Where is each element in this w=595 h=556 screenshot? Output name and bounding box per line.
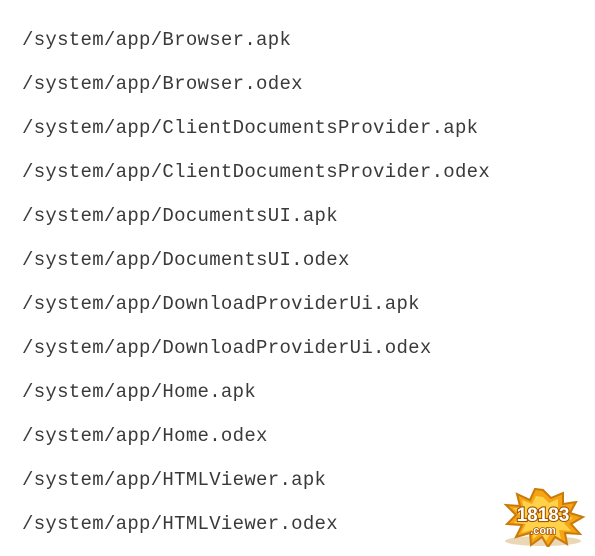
file-item: /system/app/Home.odex bbox=[22, 414, 585, 458]
file-item: /system/app/HTMLViewer.apk bbox=[22, 458, 585, 502]
file-item: /system/app/Home.apk bbox=[22, 370, 585, 414]
file-item: /system/app/DocumentsUI.apk bbox=[22, 194, 585, 238]
file-item: /system/app/ClientDocumentsProvider.apk bbox=[22, 106, 585, 150]
file-item: /system/app/DownloadProviderUi.apk bbox=[22, 282, 585, 326]
file-item: /system/app/DownloadProviderUi.odex bbox=[22, 326, 585, 370]
file-item: /system/app/DocumentsUI.odex bbox=[22, 238, 585, 282]
file-item: /system/app/HTMLViewer.odex bbox=[22, 502, 585, 546]
file-list: /system/app/Browser.apk /system/app/Brow… bbox=[0, 0, 595, 556]
file-item: /system/app/Browser.odex bbox=[22, 62, 585, 106]
file-item: /system/app/Browser.apk bbox=[22, 18, 585, 62]
file-item: /system/app/ClientDocumentsProvider.odex bbox=[22, 150, 585, 194]
